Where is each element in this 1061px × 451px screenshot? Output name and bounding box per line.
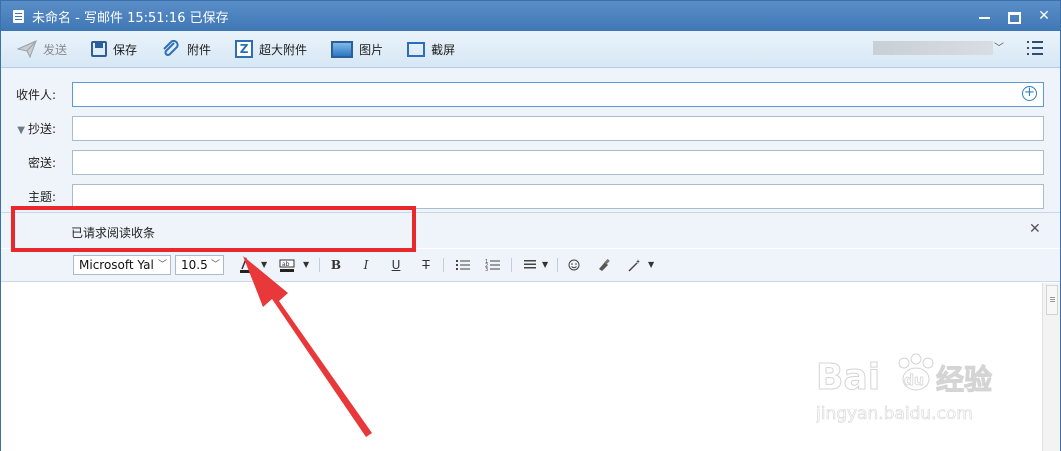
big-attachment-icon: Z <box>235 40 254 58</box>
separator <box>443 258 444 272</box>
chevron-down-icon[interactable]: ﹀ <box>994 39 1004 54</box>
svg-text:3: 3 <box>485 267 488 273</box>
bcc-label: 密送: <box>27 155 56 170</box>
underline-button[interactable]: U <box>389 257 403 273</box>
editor-scrollbar[interactable] <box>1042 283 1060 451</box>
cc-input[interactable] <box>72 115 1044 141</box>
strikethrough-button[interactable]: T <box>419 257 433 273</box>
send-label: 发送 <box>43 42 68 57</box>
font-family-value: Microsoft Yal <box>79 258 154 272</box>
minimize-button[interactable] <box>976 8 992 24</box>
caret-down-icon[interactable]: ▼ <box>542 257 548 273</box>
screenshot-button[interactable]: 截屏 <box>401 36 461 62</box>
separator <box>557 258 558 272</box>
bullet-list-icon[interactable] <box>455 257 471 273</box>
document-icon <box>13 9 24 23</box>
big-attach-button[interactable]: Z 超大附件 <box>229 36 313 62</box>
emoji-icon[interactable] <box>567 257 581 273</box>
font-color-icon[interactable] <box>239 256 253 273</box>
picture-button[interactable]: 图片 <box>325 36 389 62</box>
italic-button[interactable]: I <box>359 257 373 273</box>
window-title: 未命名 - 写邮件 15:51:16 已保存 <box>32 10 229 26</box>
chevron-down-icon: ﹀ <box>210 260 220 270</box>
bold-button[interactable]: B <box>329 257 343 273</box>
to-row: 收件人: + <box>1 81 1060 107</box>
paper-plane-icon <box>16 40 37 59</box>
floppy-icon <box>91 41 108 57</box>
close-window-button[interactable]: ✕ <box>1036 8 1052 24</box>
crop-icon <box>407 41 426 57</box>
font-size-value: 10.5 <box>181 258 208 272</box>
svg-text:经验: 经验 <box>936 363 992 396</box>
caret-down-icon[interactable]: ▼ <box>648 257 654 273</box>
send-button[interactable]: 发送 <box>11 36 73 62</box>
highlight-color-icon[interactable]: ab <box>279 257 295 273</box>
svg-text:ab: ab <box>282 261 290 268</box>
font-size-select[interactable]: 10.5 ﹀ <box>175 255 224 275</box>
attach-label: 附件 <box>187 42 212 57</box>
svg-text:jingyan.baidu.com: jingyan.baidu.com <box>816 404 973 424</box>
header-fields: 收件人: + ▼ 抄送: 密送: 主题: <box>1 68 1060 212</box>
save-label: 保存 <box>113 42 138 57</box>
title-bar: 未命名 - 写邮件 15:51:16 已保存 ✕ <box>1 1 1060 31</box>
to-input[interactable] <box>72 81 1044 107</box>
format-toolbar: Microsoft Yal ﹀ 10.5 ﹀ ▼ ab ▼ B I U T 12… <box>1 249 1060 282</box>
svg-text:Bai: Bai <box>816 357 880 398</box>
highlight-annotation <box>11 206 416 252</box>
to-label: 收件人: <box>15 87 56 102</box>
window-controls: ✕ <box>976 1 1052 31</box>
save-button[interactable]: 保存 <box>85 36 143 62</box>
caret-down-icon[interactable]: ▼ <box>303 257 309 273</box>
menu-list-icon[interactable] <box>1027 41 1043 55</box>
maximize-button[interactable] <box>1006 8 1022 24</box>
screenshot-label: 截屏 <box>431 42 456 57</box>
caret-down-icon[interactable]: ▼ <box>261 257 267 273</box>
scrollbar-thumb[interactable] <box>1046 285 1058 315</box>
align-icon[interactable] <box>523 257 537 273</box>
font-family-select[interactable]: Microsoft Yal ﹀ <box>73 255 171 275</box>
magic-wand-icon[interactable] <box>627 257 643 273</box>
cc-label-group[interactable]: ▼ 抄送: <box>17 120 56 137</box>
chevron-down-icon: ﹀ <box>157 260 167 270</box>
big-attach-label: 超大附件 <box>259 42 308 57</box>
compose-window: 未命名 - 写邮件 15:51:16 已保存 ✕ 发送 保存 附件 Z 超大附件 <box>0 0 1061 451</box>
separator <box>511 258 512 272</box>
numbered-list-icon[interactable]: 123 <box>485 257 501 273</box>
close-icon[interactable]: ✕ <box>1029 221 1041 237</box>
bcc-row: 密送: <box>1 149 1060 175</box>
format-brush-icon[interactable] <box>597 257 611 273</box>
subject-input[interactable] <box>72 183 1044 209</box>
subject-label: 主题: <box>27 189 56 204</box>
bcc-input[interactable] <box>72 149 1044 175</box>
triangle-down-icon: ▼ <box>17 124 25 136</box>
account-selector[interactable] <box>873 41 993 55</box>
baidu-jingyan-watermark: Bai du 经验 jingyan.baidu.com <box>815 353 1016 433</box>
separator <box>319 258 320 272</box>
paperclip-icon <box>161 39 181 58</box>
svg-text:du: du <box>904 373 924 389</box>
compose-toolbar: 发送 保存 附件 Z 超大附件 图片 截屏 ﹀ <box>1 31 1060 68</box>
picture-label: 图片 <box>359 42 384 57</box>
cc-row: ▼ 抄送: <box>1 115 1060 141</box>
add-contact-icon[interactable]: + <box>1022 86 1037 101</box>
cc-label: 抄送: <box>27 121 56 136</box>
attach-button[interactable]: 附件 <box>155 36 217 62</box>
paw-logo-icon: Bai du 经验 jingyan.baidu.com <box>815 353 993 424</box>
picture-icon <box>331 40 354 58</box>
